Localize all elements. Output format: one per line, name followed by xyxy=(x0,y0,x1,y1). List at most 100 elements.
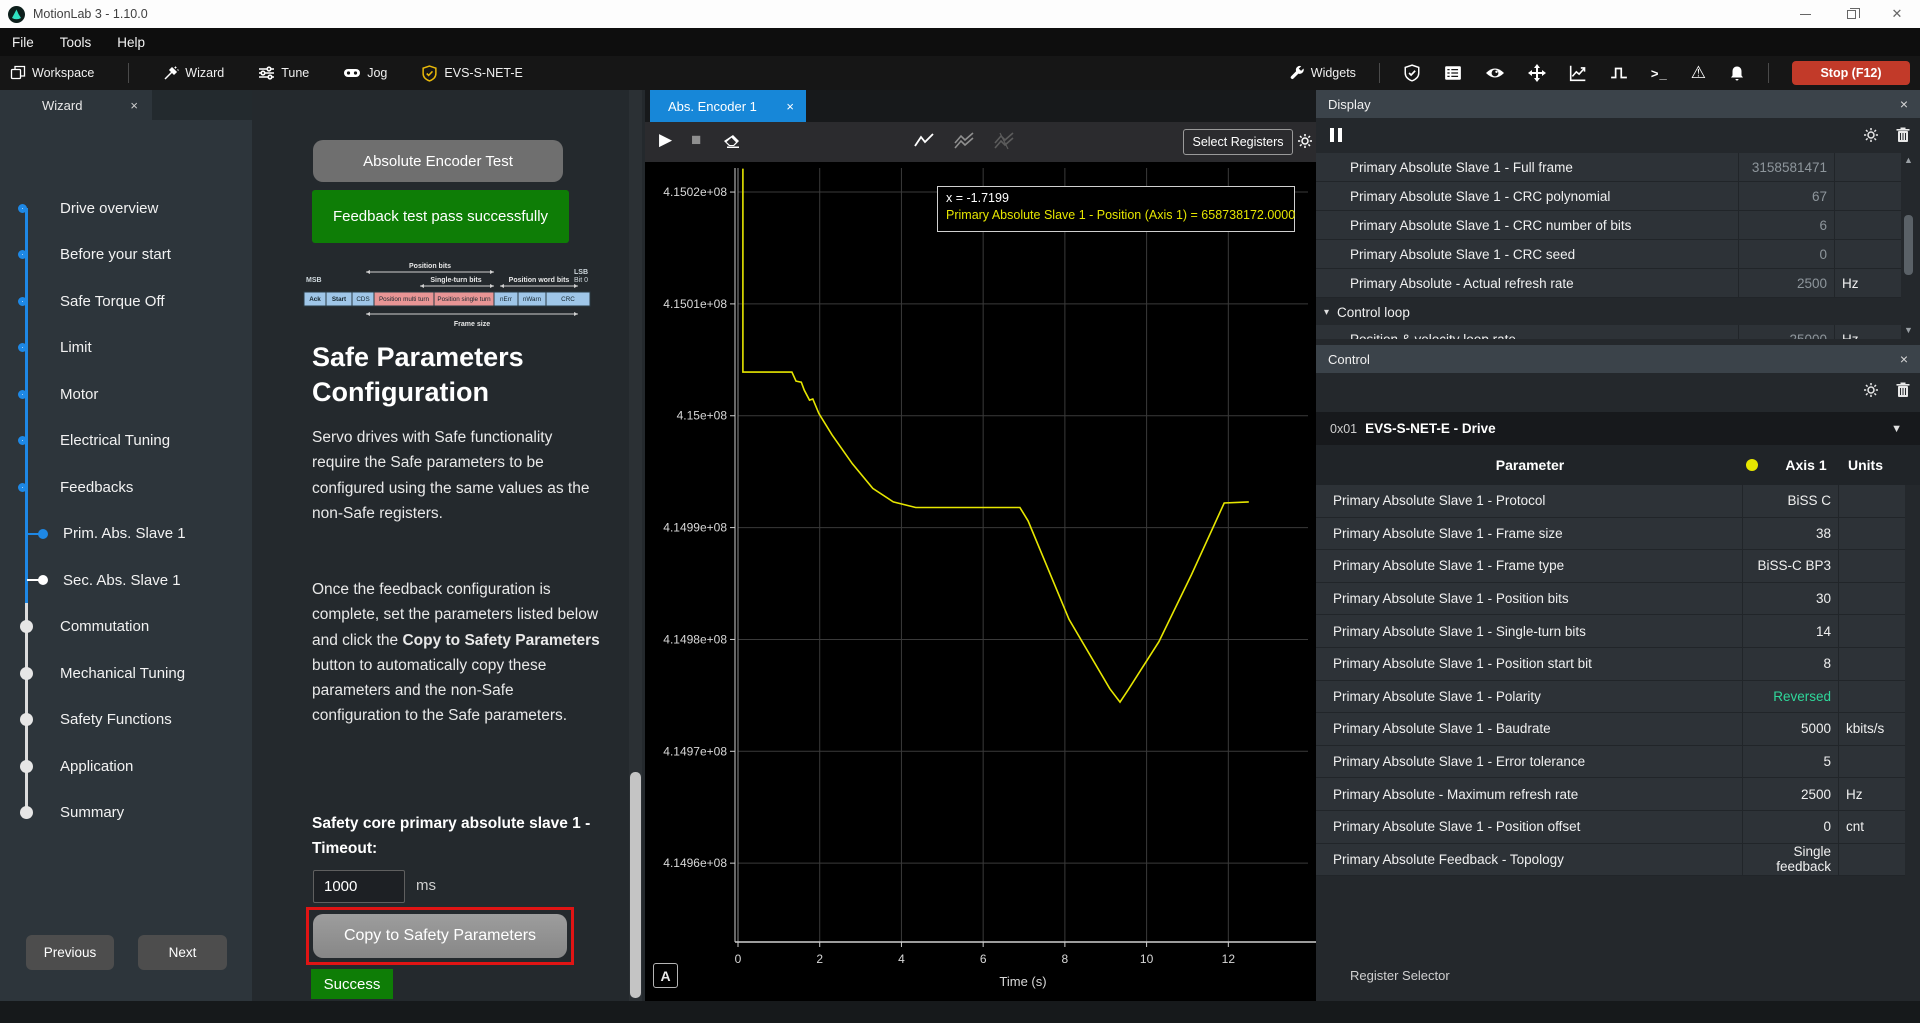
scrollbar-thumb[interactable] xyxy=(1904,215,1913,275)
register-label: Primary Absolute Slave 1 - Full frame xyxy=(1316,160,1738,175)
device-selector[interactable]: 0x01 EVS-S-NET-E - Drive ▼ xyxy=(1316,412,1920,445)
parameter-row[interactable]: Primary Absolute Slave 1 - Polarity Reve… xyxy=(1316,681,1905,714)
display-close-icon[interactable]: × xyxy=(1900,96,1908,112)
display-register-row[interactable]: Primary Absolute Slave 1 - Full frame 31… xyxy=(1316,153,1901,182)
tune-button[interactable]: Tune xyxy=(258,65,309,81)
display-scrollbar[interactable]: ▲ ▼ xyxy=(1901,153,1916,337)
device-status-button[interactable]: EVS-S-NET-E xyxy=(421,65,523,82)
menu-tools[interactable]: Tools xyxy=(60,35,92,50)
minimize-button[interactable] xyxy=(1782,0,1828,28)
close-button[interactable]: ✕ xyxy=(1874,0,1920,28)
safety-shield-icon[interactable] xyxy=(1403,64,1421,82)
parameter-row[interactable]: Primary Absolute Slave 1 - Frame type Bi… xyxy=(1316,550,1905,583)
step-dot-icon xyxy=(20,713,33,726)
register-selector-link[interactable]: Register Selector xyxy=(1350,968,1450,983)
register-list-icon[interactable] xyxy=(1444,64,1462,82)
wizard-step[interactable]: Drive overview xyxy=(0,185,252,232)
wizard-step[interactable]: Mechanical Tuning xyxy=(0,650,252,697)
square-wave-icon[interactable] xyxy=(1610,64,1628,82)
device-caret-down-icon: ▼ xyxy=(1891,423,1902,435)
copy-to-safety-parameters-button[interactable]: Copy to Safety Parameters xyxy=(313,914,567,958)
terminal-icon[interactable]: >_ xyxy=(1651,66,1668,81)
multi-trace-icon[interactable] xyxy=(953,132,975,155)
split-trace-icon[interactable] xyxy=(993,132,1015,155)
wizard-step[interactable]: Sec. Abs. Slave 1 xyxy=(0,557,252,604)
notifications-bell-icon[interactable] xyxy=(1729,65,1745,82)
clear-eraser-icon[interactable] xyxy=(723,133,740,154)
step-label: Limit xyxy=(60,339,92,356)
stop-button[interactable]: Stop (F12) xyxy=(1792,61,1910,85)
wizard-step[interactable]: Commutation xyxy=(0,604,252,651)
parameter-row[interactable]: Primary Absolute Slave 1 - Single-turn b… xyxy=(1316,615,1905,648)
parameter-row[interactable]: Primary Absolute Slave 1 - Baudrate 5000… xyxy=(1316,713,1905,746)
step-label: Feedbacks xyxy=(60,479,133,496)
parameter-row[interactable]: Primary Absolute Slave 1 - Position star… xyxy=(1316,648,1905,681)
display-settings-gear-icon[interactable] xyxy=(1863,127,1879,143)
scroll-up-icon[interactable]: ▲ xyxy=(1901,155,1916,165)
control-trash-icon[interactable] xyxy=(1896,382,1910,398)
wizard-step[interactable]: Motor xyxy=(0,371,252,418)
control-loop-section[interactable]: ▾ Control loop xyxy=(1316,300,1901,325)
wizard-step[interactable]: Application xyxy=(0,743,252,790)
display-register-row[interactable]: Primary Absolute - Actual refresh rate 2… xyxy=(1316,269,1901,298)
wizard-step[interactable]: Before your start xyxy=(0,232,252,279)
parameter-row[interactable]: Primary Absolute Feedback - Topology Sin… xyxy=(1316,844,1905,877)
wizard-step[interactable]: Feedbacks xyxy=(0,464,252,511)
restore-button[interactable] xyxy=(1828,0,1874,28)
autoscale-button[interactable]: A xyxy=(653,963,678,988)
scope-settings-gear-icon[interactable] xyxy=(1297,133,1313,154)
control-settings-gear-icon[interactable] xyxy=(1863,382,1879,398)
select-registers-button[interactable]: Select Registers xyxy=(1183,129,1293,155)
wizard-step[interactable]: Safe Torque Off xyxy=(0,278,252,325)
control-close-icon[interactable]: × xyxy=(1900,351,1908,367)
widgets-button[interactable]: Widgets xyxy=(1289,65,1356,81)
wizard-tab[interactable]: Wizard × xyxy=(0,90,152,120)
register-value: 3158581471 xyxy=(1738,153,1834,181)
device-name: EVS-S-NET-E - Drive xyxy=(1365,421,1496,436)
parameter-row[interactable]: Primary Absolute Slave 1 - Error toleran… xyxy=(1316,746,1905,779)
parameter-row[interactable]: Primary Absolute - Maximum refresh rate … xyxy=(1316,778,1905,811)
wizard-step[interactable]: Electrical Tuning xyxy=(0,418,252,465)
jog-button[interactable]: Jog xyxy=(343,65,387,81)
parameter-row[interactable]: Primary Absolute Slave 1 - Position bits… xyxy=(1316,583,1905,616)
step-dot-icon xyxy=(18,250,27,259)
parameter-row[interactable]: Primary Absolute Slave 1 - Protocol BiSS… xyxy=(1316,485,1905,518)
right-dock: Display × Primary Absolute Slave 1 - Ful… xyxy=(1316,90,1920,1001)
absolute-encoder-test-button[interactable]: Absolute Encoder Test xyxy=(313,140,563,182)
single-trace-icon[interactable] xyxy=(913,132,935,155)
scrollbar-thumb[interactable] xyxy=(630,772,641,998)
display-register-row[interactable]: Primary Absolute Slave 1 - CRC seed 0 xyxy=(1316,240,1901,269)
timeout-input[interactable] xyxy=(313,870,405,903)
wizard-step[interactable]: Limit xyxy=(0,325,252,372)
display-register-row[interactable]: Primary Absolute Slave 1 - CRC number of… xyxy=(1316,211,1901,240)
menu-help[interactable]: Help xyxy=(117,35,145,50)
wizard-step[interactable]: Summary xyxy=(0,790,252,837)
display-register-row[interactable]: Position & velocity loop rate 25000 Hz xyxy=(1316,325,1901,339)
parameter-row[interactable]: Primary Absolute Slave 1 - Frame size 38 xyxy=(1316,518,1905,551)
scope-chart-icon[interactable] xyxy=(1569,64,1587,82)
abs-encoder-tab[interactable]: Abs. Encoder 1 × xyxy=(650,90,806,122)
wizard-tab-close-icon[interactable]: × xyxy=(130,98,138,113)
parameter-value: 2500 xyxy=(1742,778,1838,810)
pause-icon[interactable] xyxy=(1330,128,1343,142)
stop-icon[interactable]: ■ xyxy=(691,130,701,150)
wizard-step[interactable]: Safety Functions xyxy=(0,697,252,744)
previous-button[interactable]: Previous xyxy=(26,935,114,970)
next-button[interactable]: Next xyxy=(138,935,227,970)
display-register-row[interactable]: Primary Absolute Slave 1 - CRC polynomia… xyxy=(1316,182,1901,211)
move-icon[interactable] xyxy=(1528,64,1546,82)
parameter-unit xyxy=(1838,844,1905,876)
display-trash-icon[interactable] xyxy=(1896,127,1910,143)
wizard-button[interactable]: Wizard xyxy=(163,65,224,81)
play-icon[interactable]: ▶ xyxy=(659,130,672,150)
wizard-step[interactable]: Prim. Abs. Slave 1 xyxy=(0,511,252,558)
position-chart[interactable]: 4.1502e+084.1501e+084.15e+084.1499e+084.… xyxy=(645,162,1316,1001)
parameter-row[interactable]: Primary Absolute Slave 1 - Position offs… xyxy=(1316,811,1905,844)
workspace-button[interactable]: Workspace xyxy=(10,65,94,81)
content-scrollbar[interactable] xyxy=(629,90,642,1001)
abs-encoder-tab-close-icon[interactable]: × xyxy=(786,99,794,114)
watch-eye-icon[interactable] xyxy=(1485,65,1505,81)
warning-icon[interactable]: ⚠ xyxy=(1691,63,1706,83)
menu-file[interactable]: File xyxy=(12,35,34,50)
scroll-down-icon[interactable]: ▼ xyxy=(1901,325,1916,335)
